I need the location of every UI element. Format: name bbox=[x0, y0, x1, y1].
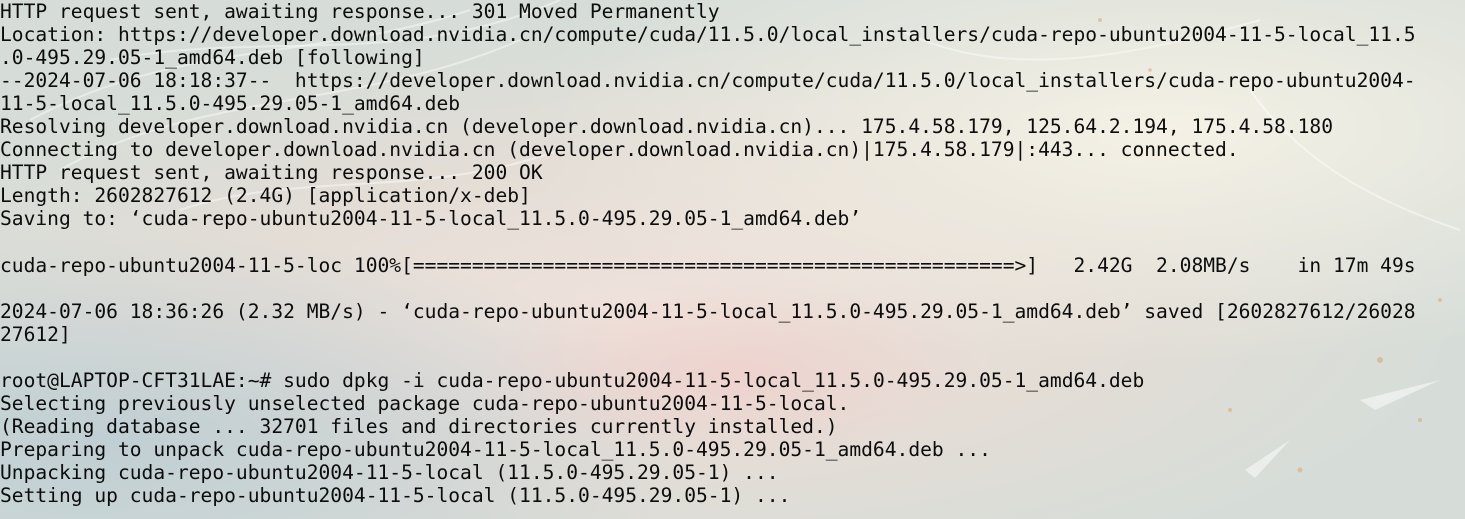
output-line-location: Location: https://developer.download.nvi… bbox=[0, 23, 1416, 46]
output-line-unpacking: Unpacking cuda-repo-ubuntu2004-11-5-loca… bbox=[0, 461, 779, 484]
output-line-selecting: Selecting previously unselected package … bbox=[0, 392, 850, 415]
output-line-reading-database: (Reading database ... 32701 files and di… bbox=[0, 415, 838, 438]
output-line-request-url: --2024-07-06 18:18:37-- https://develope… bbox=[0, 69, 1416, 92]
output-line-location-wrap: .0-495.29.05-1_amd64.deb [following] bbox=[0, 46, 425, 69]
output-line-connecting: Connecting to developer.download.nvidia.… bbox=[0, 138, 1239, 161]
output-line-resolving: Resolving developer.download.nvidia.cn (… bbox=[0, 115, 1333, 138]
command-line[interactable]: root@LAPTOP-CFT31LAE:~# sudo dpkg -i cud… bbox=[0, 369, 1465, 392]
output-line-setting-up: Setting up cuda-repo-ubuntu2004-11-5-loc… bbox=[0, 484, 791, 507]
download-progress-bar: cuda-repo-ubuntu2004-11-5-loc 100%[=====… bbox=[0, 254, 1416, 277]
output-line-http-301: HTTP request sent, awaiting response... … bbox=[0, 0, 720, 23]
shell-prompt: root@LAPTOP-CFT31LAE:~# bbox=[0, 369, 284, 392]
terminal-window[interactable]: HTTP request sent, awaiting response... … bbox=[0, 0, 1465, 519]
output-line-preparing: Preparing to unpack cuda-repo-ubuntu2004… bbox=[0, 438, 991, 461]
output-line-saved: 2024-07-06 18:36:26 (2.32 MB/s) - ‘cuda-… bbox=[0, 300, 1416, 323]
output-line-length: Length: 2602827612 (2.4G) [application/x… bbox=[0, 184, 531, 207]
command-text: sudo dpkg -i cuda-repo-ubuntu2004-11-5-l… bbox=[283, 369, 1145, 392]
output-line-saved-wrap: 27612] bbox=[0, 323, 71, 346]
output-line-http-200: HTTP request sent, awaiting response... … bbox=[0, 161, 543, 184]
output-line-request-url-wrap: 11-5-local_11.5.0-495.29.05-1_amd64.deb bbox=[0, 92, 461, 115]
output-line-saving-to: Saving to: ‘cuda-repo-ubuntu2004-11-5-lo… bbox=[0, 207, 862, 230]
